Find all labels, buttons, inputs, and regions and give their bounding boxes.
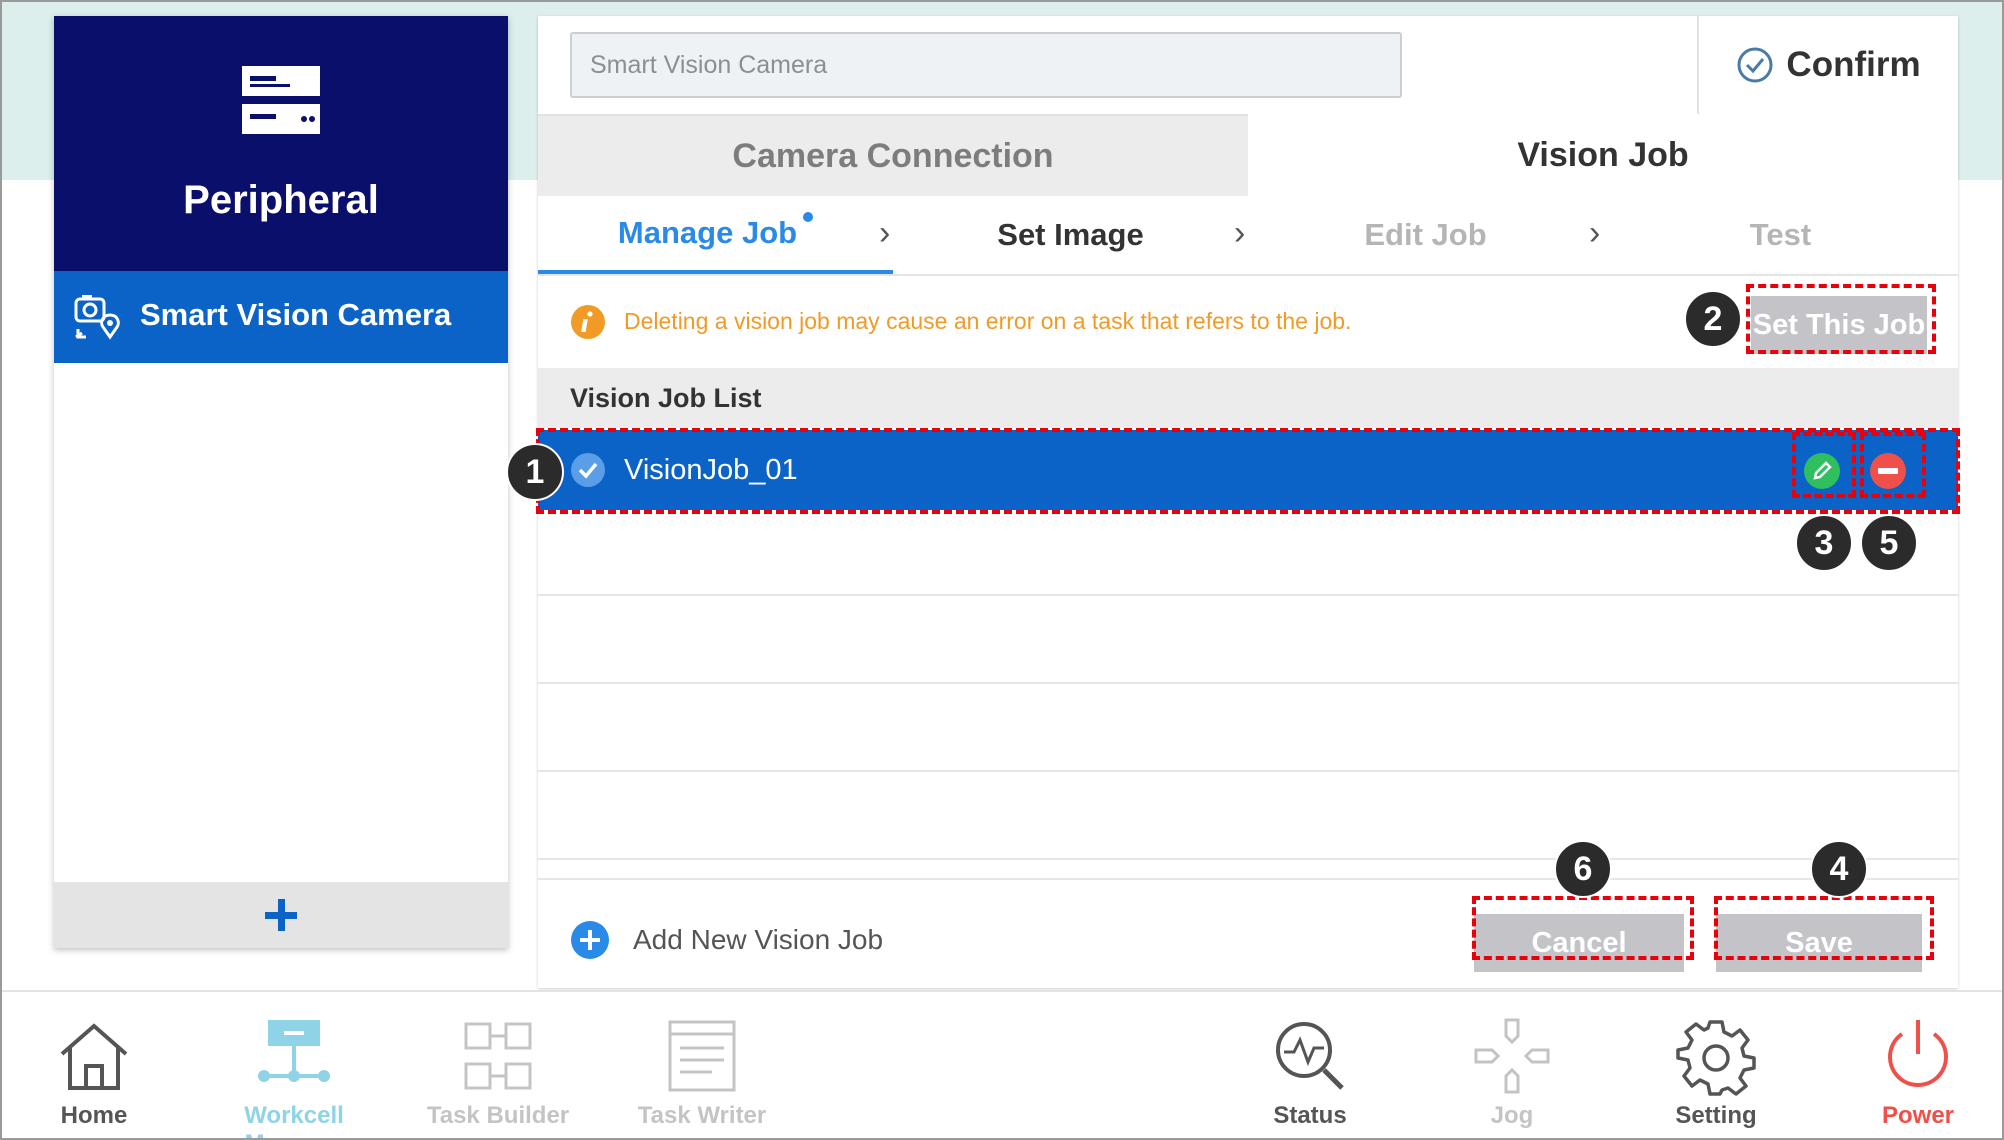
peripheral-header: Peripheral xyxy=(54,16,508,271)
confirm-button[interactable]: Confirm xyxy=(1697,16,1958,114)
add-circle-icon[interactable] xyxy=(570,920,610,960)
camera-location-icon xyxy=(74,295,120,340)
check-circle-icon xyxy=(1737,47,1773,83)
confirm-label: Confirm xyxy=(1786,45,1921,84)
add-new-vision-job-link[interactable]: Add New Vision Job xyxy=(633,924,883,956)
peripheral-panel: Peripheral Smart Vision Camera xyxy=(54,16,508,948)
nav-label: Status xyxy=(1273,1102,1347,1129)
nav-status[interactable]: Status xyxy=(1210,992,1410,1138)
step-test[interactable]: Test xyxy=(1603,196,1958,274)
callout-badge: 2 xyxy=(1684,290,1742,348)
screen: Peripheral Smart Vision Camera Smart Vis… xyxy=(0,0,2004,1140)
warning-text: Deleting a vision job may cause an error… xyxy=(624,308,1352,334)
edit-pencil-icon[interactable] xyxy=(1803,452,1841,490)
nav-home[interactable]: Home xyxy=(2,992,194,1138)
nav-label: Setting xyxy=(1675,1102,1757,1129)
nav-task-builder[interactable]: Task Builder xyxy=(398,992,598,1138)
add-peripheral-button[interactable] xyxy=(54,882,508,948)
nav-power[interactable]: Power xyxy=(1818,992,2002,1138)
jog-icon xyxy=(1474,1018,1550,1094)
chevron-right-icon: › xyxy=(879,214,891,252)
task-builder-icon xyxy=(464,1022,532,1090)
nav-task-writer[interactable]: Task Writer xyxy=(602,992,802,1138)
set-this-job-button[interactable]: Set This Job xyxy=(1751,296,1927,354)
job-row-visionjob-01[interactable]: VisionJob_01 xyxy=(538,430,1958,510)
nav-label: Home xyxy=(60,1102,128,1129)
nav-jog[interactable]: Jog xyxy=(1412,992,1612,1138)
tab-bar: Camera Connection Vision Job xyxy=(538,114,1958,196)
power-icon xyxy=(1888,1020,1948,1087)
callout-badge: 6 xyxy=(1554,840,1612,898)
active-dot xyxy=(803,212,814,222)
bottom-nav: Home Workcell Manager Task Build xyxy=(2,990,2002,1138)
cancel-button[interactable]: Cancel xyxy=(1474,914,1684,972)
delete-minus-icon[interactable] xyxy=(1869,452,1907,490)
nav-setting[interactable]: Setting xyxy=(1616,992,1816,1138)
tab-camera-connection[interactable]: Camera Connection xyxy=(538,114,1248,196)
step-bar: Manage Job › Set Image › Edit Job › Test xyxy=(538,196,1958,276)
save-button[interactable]: Save xyxy=(1716,914,1922,972)
empty-list-row xyxy=(538,598,1958,684)
empty-list-row xyxy=(538,510,1958,596)
empty-list-row xyxy=(538,774,1958,860)
callout-badge: 1 xyxy=(506,443,564,501)
nav-label: Power xyxy=(1881,1102,1955,1129)
camera-name-input[interactable] xyxy=(570,32,1402,98)
task-writer-icon xyxy=(668,1020,736,1092)
nav-label: Jog xyxy=(1490,1102,1534,1129)
empty-list-row xyxy=(538,686,1958,772)
nav-label: Workcell Manager xyxy=(244,1102,344,1138)
home-icon xyxy=(60,1023,128,1090)
check-circle-icon xyxy=(571,453,605,487)
vision-panel: Confirm Camera Connection Vision Job Man… xyxy=(538,16,1958,988)
info-icon xyxy=(571,305,605,339)
status-icon xyxy=(1276,1022,1344,1090)
nav-workcell-manager[interactable]: Workcell Manager xyxy=(194,992,394,1138)
chevron-right-icon: › xyxy=(1234,214,1246,252)
nav-label: Task Builder xyxy=(426,1102,570,1129)
step-manage-job[interactable]: Manage Job xyxy=(538,196,893,274)
job-actions-bar: Add New Vision Job Cancel Save xyxy=(538,878,1958,988)
step-set-image[interactable]: Set Image xyxy=(893,196,1248,274)
plus-icon xyxy=(265,899,297,931)
chevron-right-icon: › xyxy=(1589,214,1601,252)
step-label: Manage Job xyxy=(617,215,798,250)
sidebar-item-smart-vision-camera[interactable]: Smart Vision Camera xyxy=(54,271,508,363)
server-icon xyxy=(242,66,320,134)
sidebar-item-label: Smart Vision Camera xyxy=(140,297,452,332)
job-name: VisionJob_01 xyxy=(624,454,798,486)
tab-vision-job[interactable]: Vision Job xyxy=(1248,114,1958,196)
warning-row: Deleting a vision job may cause an error… xyxy=(538,278,1958,368)
gear-icon xyxy=(1676,1020,1756,1096)
nav-label: Task Writer xyxy=(637,1102,767,1129)
peripheral-title: Peripheral xyxy=(183,178,379,222)
vision-job-list-header: Vision Job List xyxy=(538,368,1958,428)
callout-badge: 4 xyxy=(1810,840,1868,898)
workcell-icon xyxy=(258,1020,330,1082)
callout-badge: 3 xyxy=(1795,514,1853,572)
step-edit-job[interactable]: Edit Job xyxy=(1248,196,1603,274)
callout-badge: 5 xyxy=(1860,514,1918,572)
